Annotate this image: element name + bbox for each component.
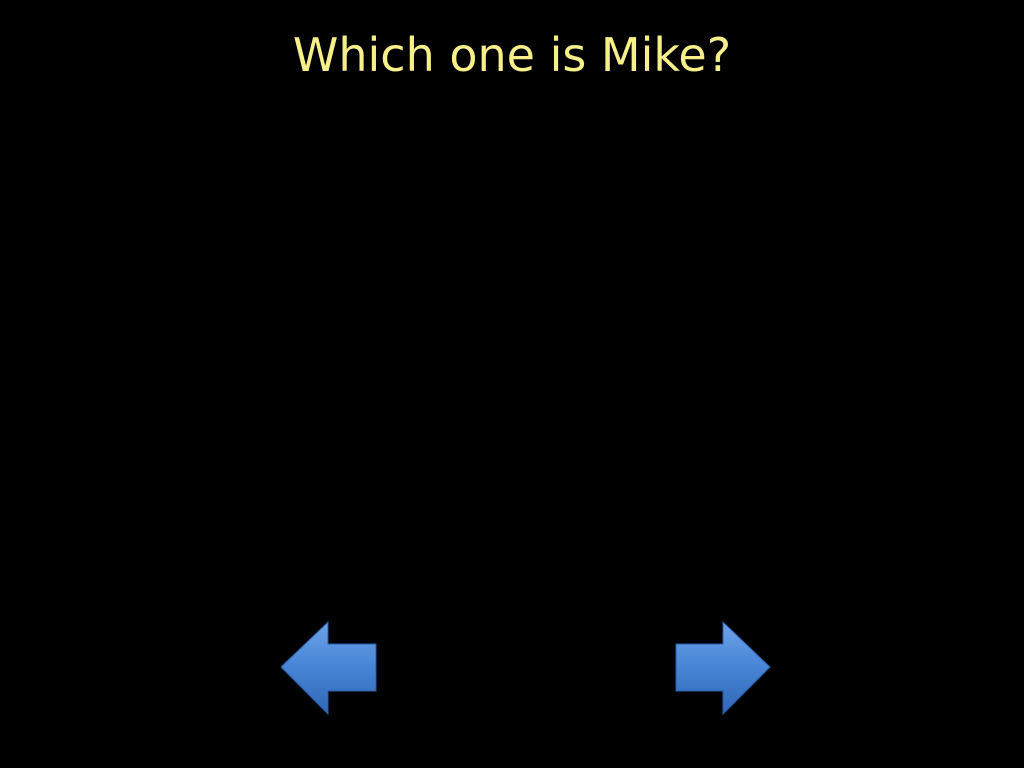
slide-canvas: Which one is Mike? <box>0 0 1024 768</box>
next-button[interactable] <box>675 620 771 716</box>
arrow-right-icon <box>675 620 771 716</box>
slide-title: Which one is Mike? <box>292 28 732 82</box>
arrow-left-icon <box>281 620 377 716</box>
previous-button[interactable] <box>281 620 377 716</box>
